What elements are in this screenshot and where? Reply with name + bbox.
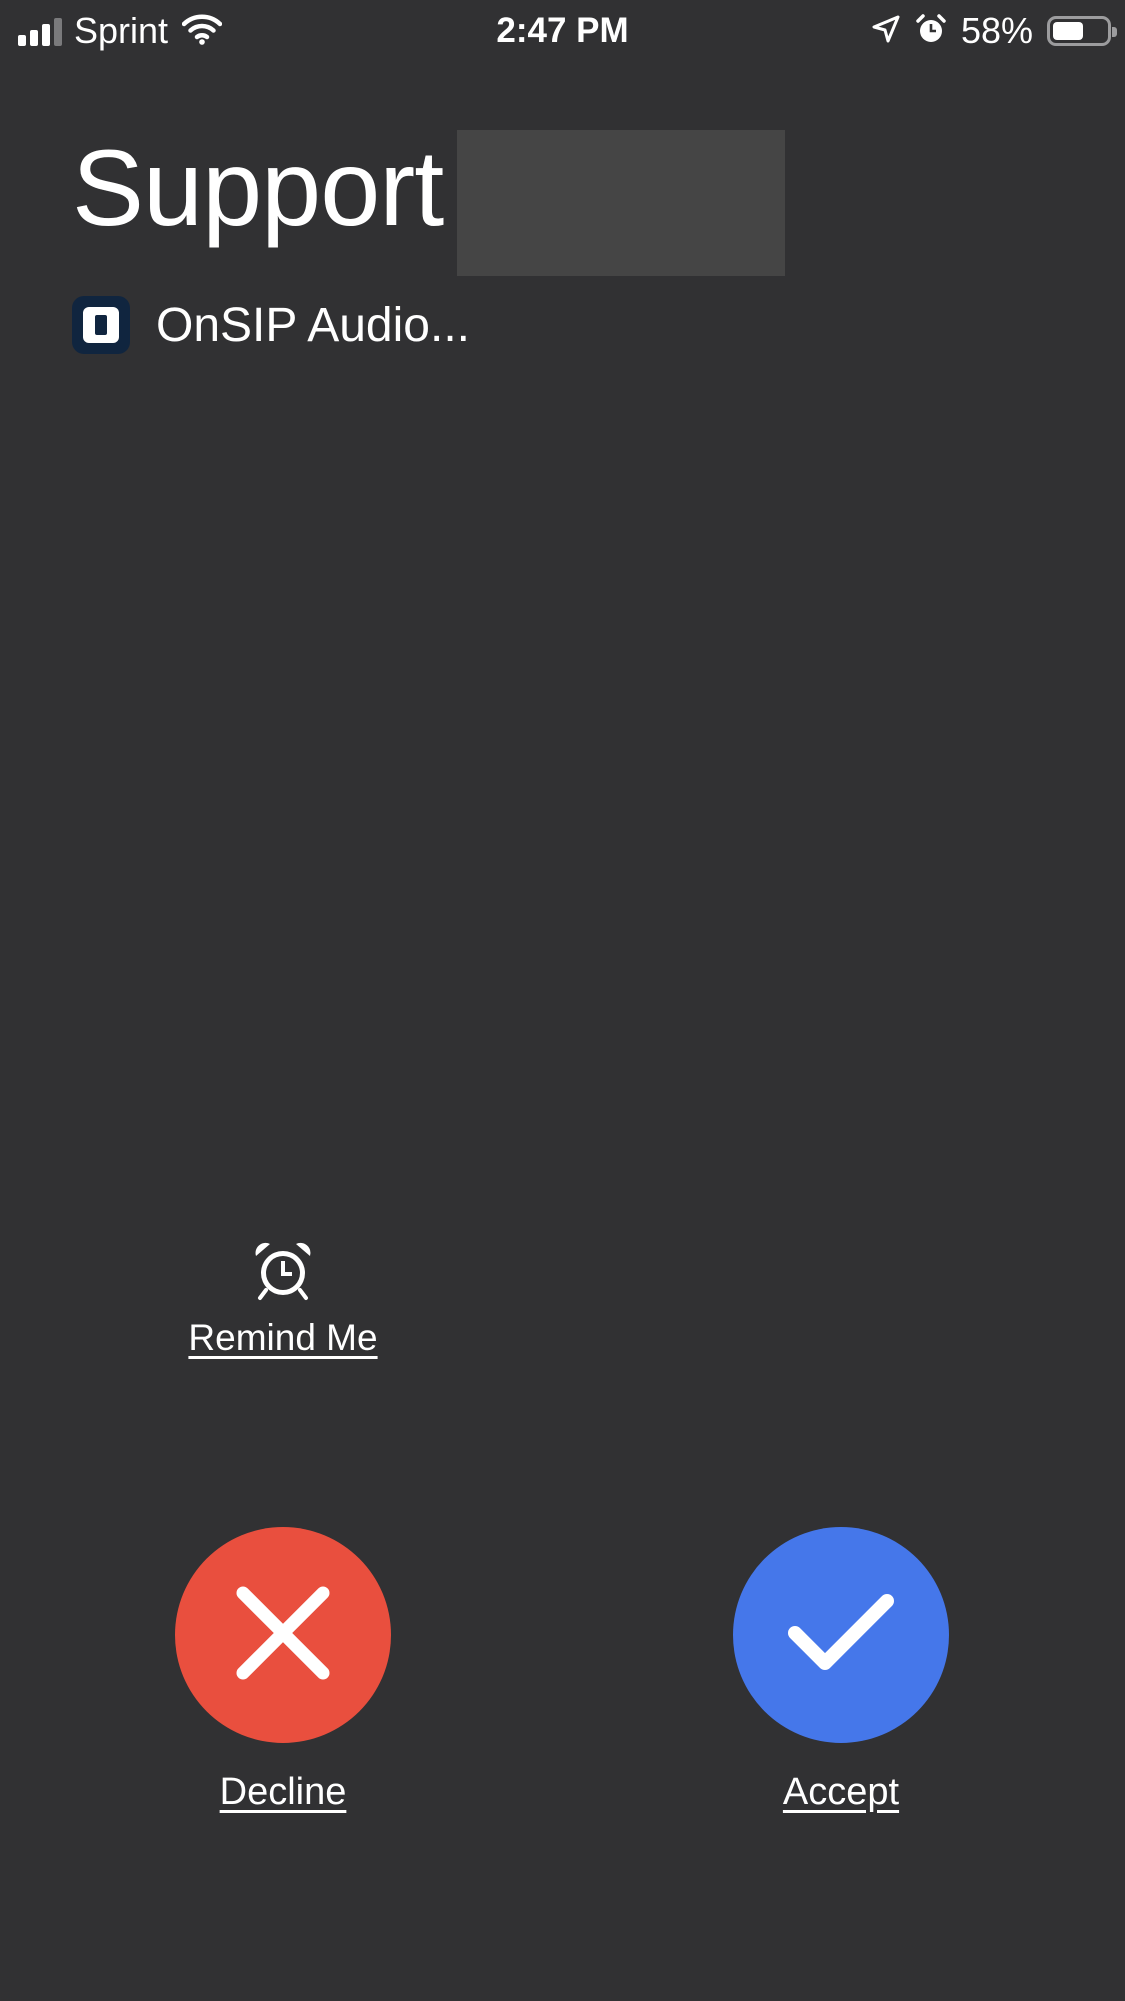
battery-icon xyxy=(1047,16,1117,46)
redacted-caller-info xyxy=(457,130,786,276)
status-bar: Sprint 2:47 PM 58% xyxy=(0,0,1125,62)
decline-label[interactable]: Decline xyxy=(175,1771,391,1814)
onsip-app-icon xyxy=(72,296,130,354)
accept-circle[interactable] xyxy=(733,1527,949,1743)
remind-me-label[interactable]: Remind Me xyxy=(158,1317,408,1359)
remind-me-button[interactable]: Remind Me xyxy=(158,1240,408,1359)
alarm-clock-icon xyxy=(252,1240,314,1302)
accept-label[interactable]: Accept xyxy=(733,1771,949,1814)
status-bar-right: 58% xyxy=(871,8,1117,54)
decline-circle[interactable] xyxy=(175,1527,391,1743)
caller-name: Support xyxy=(72,127,444,248)
decline-button[interactable]: Decline xyxy=(175,1527,391,1814)
caller-row: Support xyxy=(72,127,786,278)
incoming-call-screen: Sprint 2:47 PM 58% Support OnSIP Audio..… xyxy=(0,0,1125,2001)
battery-level-fill xyxy=(1053,22,1083,40)
battery-percent: 58% xyxy=(960,10,1033,51)
app-row: OnSIP Audio... xyxy=(72,296,470,354)
checkmark-icon xyxy=(785,1591,897,1680)
app-name: OnSIP Audio... xyxy=(156,298,470,352)
location-icon xyxy=(871,14,901,49)
close-icon xyxy=(233,1583,333,1688)
accept-button[interactable]: Accept xyxy=(733,1527,949,1814)
alarm-icon xyxy=(915,13,947,50)
